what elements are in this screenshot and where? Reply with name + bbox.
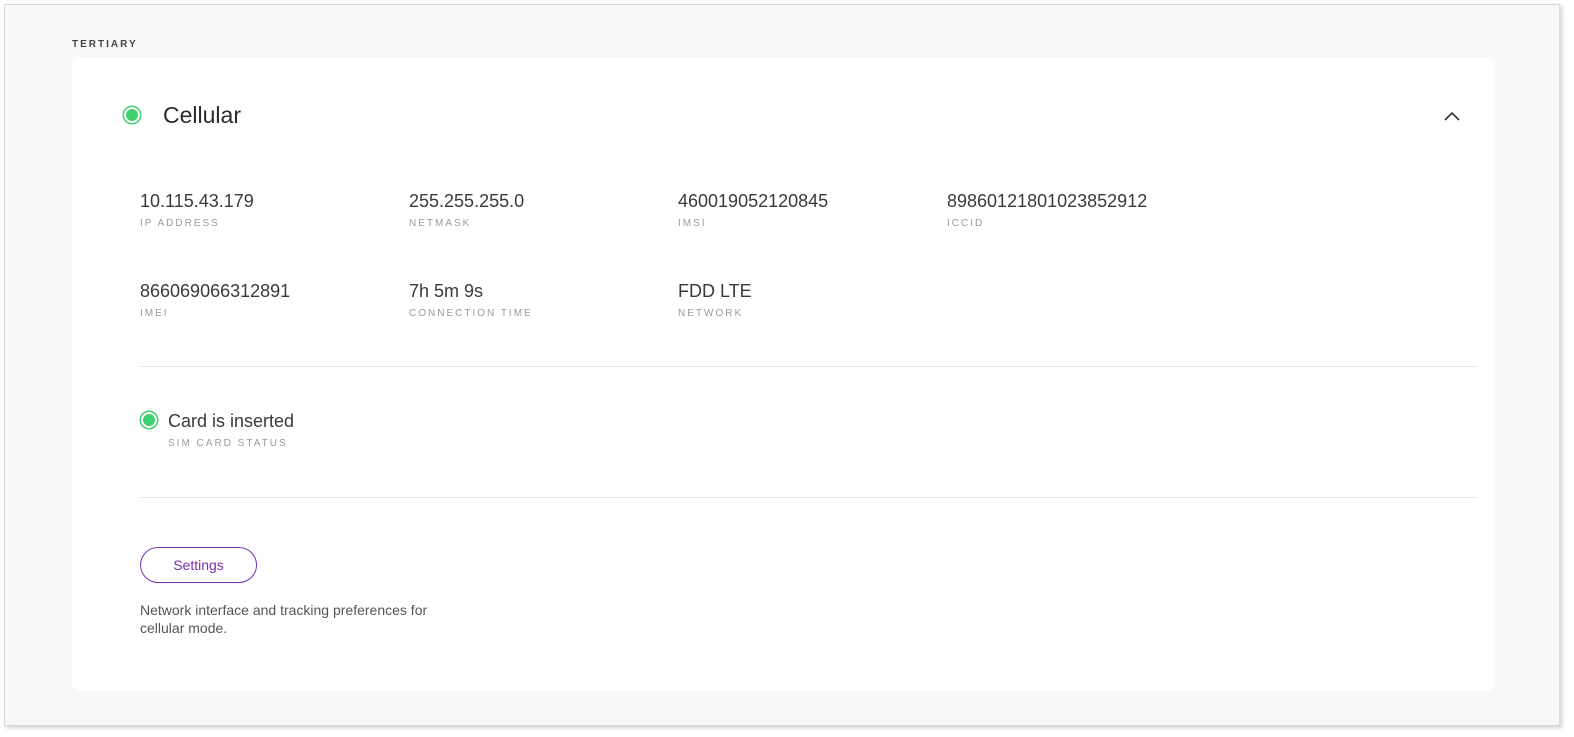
page-frame: TERTIARY Cellular 10.115.43.179 IP ADDRE… — [4, 4, 1560, 726]
iccid-field: 89860121801023852912 ICCID — [947, 191, 1147, 229]
settings-description: Network interface and tracking preferenc… — [140, 602, 428, 636]
sim-status-label: SIM CARD STATUS — [168, 438, 288, 449]
netmask-field: 255.255.255.0 NETMASK — [409, 191, 524, 229]
connection-time-value: 7h 5m 9s — [409, 281, 484, 301]
status-indicator-icon — [126, 109, 138, 121]
sim-status-icon — [143, 414, 155, 426]
section-label: TERTIARY — [72, 39, 138, 50]
ip-address-label: IP ADDRESS — [140, 218, 220, 229]
network-field: FDD LTE NETWORK — [678, 281, 752, 319]
chevron-up-icon[interactable] — [1441, 107, 1463, 125]
sim-status-value: Card is inserted — [168, 411, 295, 431]
sim-status-field: Card is inserted SIM CARD STATUS — [168, 411, 294, 449]
imsi-label: IMSI — [678, 218, 707, 229]
divider — [140, 366, 1477, 367]
imei-field: 866069066312891 IMEI — [140, 281, 290, 319]
card-title: Cellular — [163, 102, 241, 128]
network-value: FDD LTE — [678, 281, 752, 301]
cellular-card: Cellular 10.115.43.179 IP ADDRESS 255.25… — [72, 57, 1495, 691]
netmask-label: NETMASK — [409, 218, 472, 229]
divider — [140, 497, 1477, 498]
imei-label: IMEI — [140, 308, 169, 319]
settings-button[interactable]: Settings — [140, 547, 257, 583]
ip-address-value: 10.115.43.179 — [140, 191, 254, 211]
ip-address-field: 10.115.43.179 IP ADDRESS — [140, 191, 254, 229]
connection-time-field: 7h 5m 9s CONNECTION TIME — [409, 281, 533, 319]
iccid-label: ICCID — [947, 218, 985, 229]
imsi-value: 460019052120845 — [678, 191, 829, 211]
netmask-value: 255.255.255.0 — [409, 191, 525, 211]
connection-time-label: CONNECTION TIME — [409, 308, 533, 319]
network-label: NETWORK — [678, 308, 744, 319]
imei-value: 866069066312891 — [140, 281, 291, 301]
imsi-field: 460019052120845 IMSI — [678, 191, 828, 229]
iccid-value: 89860121801023852912 — [947, 191, 1148, 211]
